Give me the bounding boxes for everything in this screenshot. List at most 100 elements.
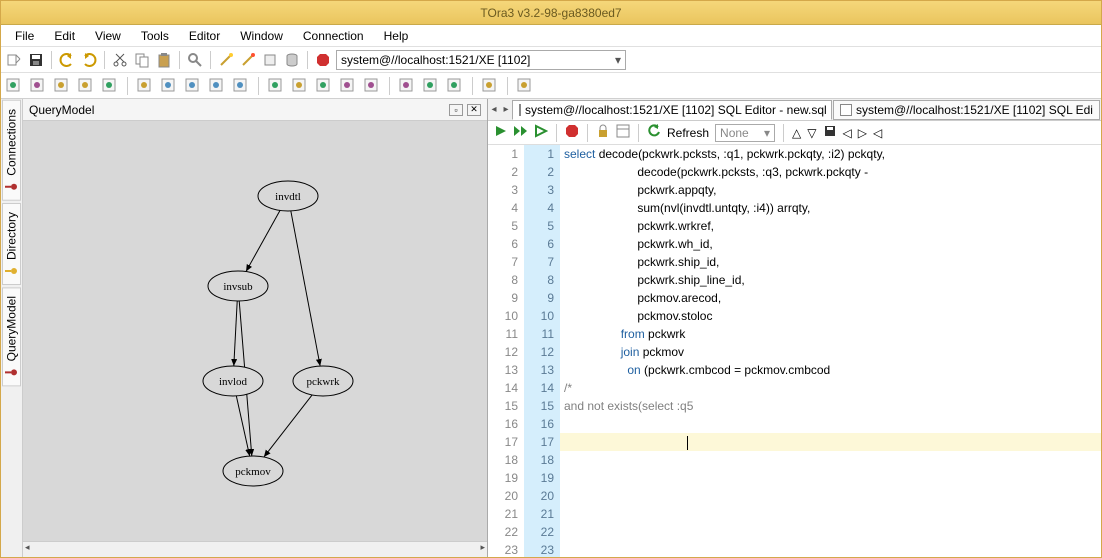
query-model-panel: QueryModel ▫ ✕ invdtl invsub invlod pckwrk p… [23,99,488,557]
separator [51,51,52,69]
svg-text:invsub: invsub [223,281,253,293]
search-icon[interactable] [186,51,204,69]
window-titlebar: TOra3 v3.2-98-ga8380ed7 [1,1,1101,25]
new-connection-icon[interactable] [5,51,23,69]
script3-icon[interactable] [446,77,464,95]
globe-icon[interactable] [232,77,250,95]
script-icon[interactable] [398,77,416,95]
menu-bar: FileEditViewToolsEditorWindowConnectionH… [1,25,1101,47]
query-model-header: QueryModel ▫ ✕ [23,99,487,121]
next-icon[interactable]: ▷ [858,126,867,140]
separator [556,124,557,142]
menu-connection[interactable]: Connection [293,27,374,45]
target-icon[interactable] [339,77,357,95]
wand2-icon[interactable] [239,51,257,69]
fold-gutter: 1234567891011121314151617181920212223 [524,145,560,557]
last-icon[interactable]: ◁ [873,126,882,140]
form-icon[interactable] [481,77,499,95]
menu-edit[interactable]: Edit [44,27,85,45]
cyl-icon[interactable] [101,77,119,95]
timer-icon[interactable] [160,77,178,95]
tab-prev-icon[interactable]: ◂ [488,104,500,115]
line-gutter: 1234567891011121314151617181920212223 [488,145,524,557]
script2-icon[interactable] [422,77,440,95]
doc-icon[interactable] [5,77,23,95]
cut-icon[interactable] [111,51,129,69]
refresh-combo[interactable]: None [715,124,775,142]
stop-icon[interactable] [314,51,332,69]
wand-icon[interactable] [217,51,235,69]
run-all-icon[interactable] [534,124,548,141]
wand-icon[interactable] [53,77,71,95]
save-changes-icon[interactable] [823,124,837,141]
page-icon[interactable] [516,77,534,95]
close-icon[interactable]: ✕ [467,104,481,116]
separator [638,124,639,142]
tab-next-icon[interactable]: ▸ [500,104,512,115]
separator [783,124,784,142]
query-model-canvas[interactable]: invdtl invsub invlod pckwrk pckmov [23,121,487,541]
delete-row-icon[interactable]: ▽ [807,126,816,140]
prev-icon[interactable]: ◁ [843,126,852,140]
code-content[interactable]: select decode(pckwrk.pcksts, :q1, pckwrk… [560,145,1101,557]
main-toolbar: system@//localhost:1521/XE [1102] [1,47,1101,73]
dock-icon[interactable]: ▫ [449,104,463,116]
paste-icon[interactable] [155,51,173,69]
gear-icon[interactable] [291,77,309,95]
sidetab-directory[interactable]: Directory [2,203,21,285]
menu-tools[interactable]: Tools [131,27,179,45]
tool-icon[interactable] [261,51,279,69]
globe2-icon[interactable] [363,77,381,95]
sidetab-querymodel[interactable]: QueryModel [2,287,21,386]
cog-icon[interactable] [315,77,333,95]
separator [307,51,308,69]
editor-toolbar: Refresh None △ ▽ ◁ ▷ ◁ [488,121,1101,145]
separator [587,124,588,142]
separator [179,51,180,69]
chart-icon[interactable] [184,77,202,95]
lock-icon[interactable] [77,77,95,95]
menu-file[interactable]: File [5,27,44,45]
document-icon [519,104,521,116]
separator [210,51,211,69]
stop-query-icon[interactable] [565,124,579,141]
refresh-icon[interactable] [647,124,661,141]
run-icon[interactable] [494,124,508,141]
db-icon[interactable] [283,51,301,69]
svg-text:pckwrk: pckwrk [307,376,340,388]
query-model-title: QueryModel [29,103,94,117]
menu-help[interactable]: Help [374,27,419,45]
code-editor[interactable]: 1234567891011121314151617181920212223 12… [488,145,1101,557]
connection-combo[interactable]: system@//localhost:1521/XE [1102] [336,50,626,70]
window-title: TOra3 v3.2-98-ga8380ed7 [480,6,621,20]
db-icon[interactable] [29,77,47,95]
horizontal-scrollbar[interactable] [23,541,487,557]
save-icon[interactable] [27,51,45,69]
svg-text:invlod: invlod [219,376,248,388]
lock-icon[interactable] [596,124,610,141]
editor-tab[interactable]: system@//localhost:1521/XE [1102] SQL Ed… [833,100,1100,120]
editor-tab[interactable]: system@//localhost:1521/XE [1102] SQL Ed… [512,100,832,120]
menu-view[interactable]: View [85,27,131,45]
svg-text:pckmov: pckmov [235,466,271,478]
menu-editor[interactable]: Editor [179,27,230,45]
editor-tabs: ◂ ▸ system@//localhost:1521/XE [1102] SQ… [488,99,1101,121]
document-icon [840,104,852,116]
close-tab-icon[interactable]: ⊠ [831,104,832,115]
separator [104,51,105,69]
svg-text:invdtl: invdtl [275,191,301,203]
tools-toolbar [1,73,1101,99]
undo-icon[interactable] [58,51,76,69]
insert-row-icon[interactable]: △ [792,126,801,140]
copy-icon[interactable] [133,51,151,69]
menu-window[interactable]: Window [230,27,293,45]
pot-icon[interactable] [267,77,285,95]
redo-icon[interactable] [80,51,98,69]
refresh-label: Refresh [667,126,709,140]
wand2-icon[interactable] [208,77,226,95]
plan-icon[interactable] [616,124,630,141]
sidetab-connections[interactable]: Connections [2,100,21,201]
side-tab-bar: Connections Directory QueryModel [1,99,23,557]
run-step-icon[interactable] [514,124,528,141]
bolt-icon[interactable] [136,77,154,95]
